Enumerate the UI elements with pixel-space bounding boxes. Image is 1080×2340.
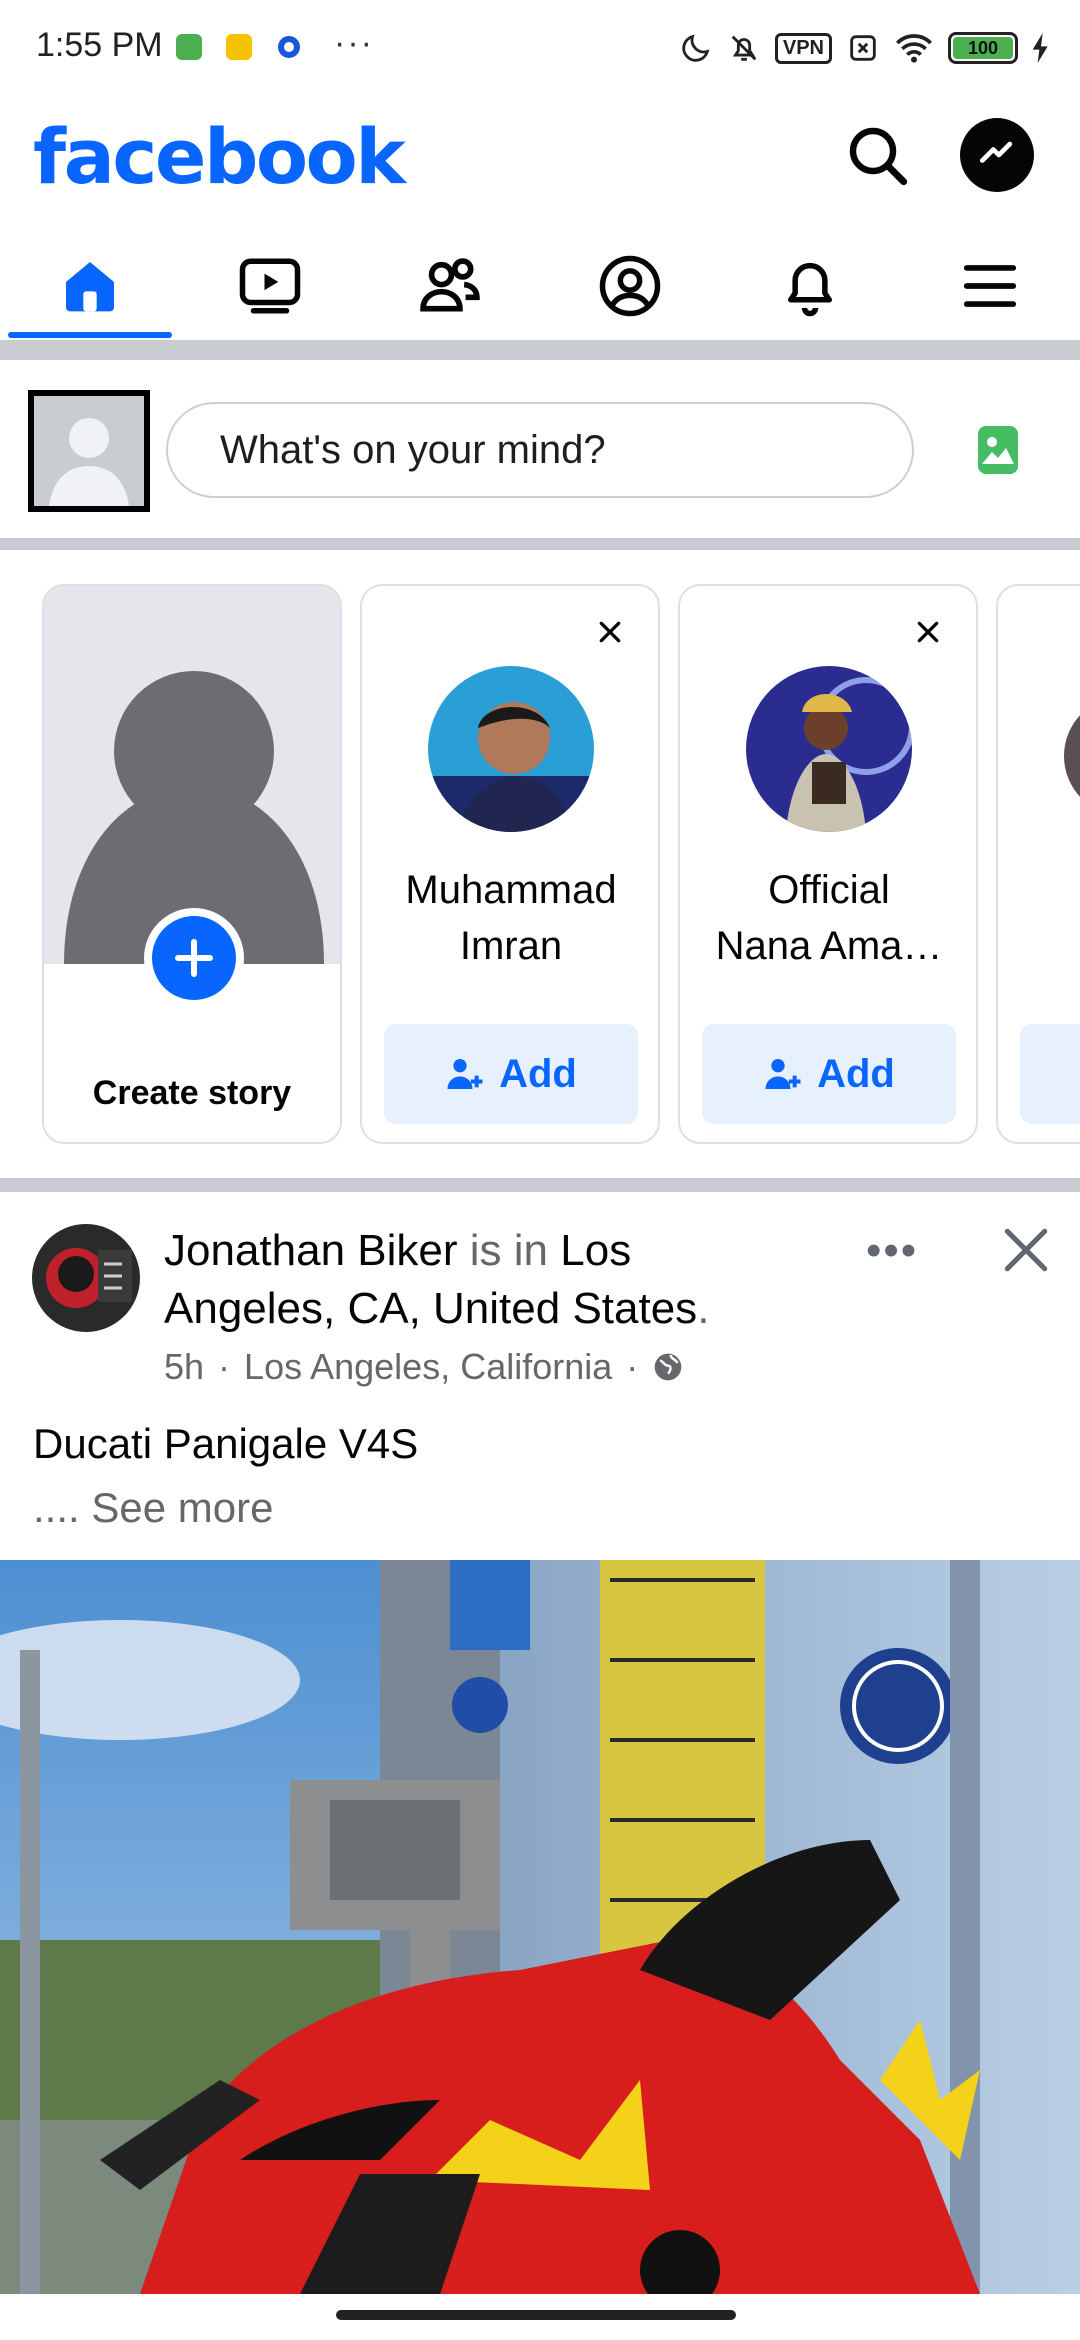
story-suggestion-card[interactable] [996,584,1080,1144]
moon-icon [682,34,710,62]
photo-icon [978,426,1018,474]
app-notification-icon [176,34,202,60]
menu-icon [963,265,1017,307]
status-composer-input[interactable]: What's on your mind? [166,402,914,498]
wifi-icon [896,34,932,63]
suggestion-name: Official Nana Ama… [715,868,943,968]
suggestion-avatar[interactable] [428,666,594,832]
public-globe-icon [654,1353,682,1381]
suggestion-avatar[interactable] [746,666,912,832]
meituan-notification-icon [226,34,252,60]
video-icon [239,258,301,314]
facebook-logo[interactable]: facebook [33,112,406,201]
add-friend-icon [765,1059,801,1089]
tab-notifications[interactable] [720,232,900,340]
more-notifications-icon: ··· [334,24,374,62]
no-sim-icon [850,35,876,61]
main-tabs [0,232,1080,340]
active-tab-indicator [8,332,172,338]
divider [0,1178,1080,1192]
photo-button[interactable] [976,424,1020,476]
battery-icon: 100 [948,32,1018,64]
divider [0,340,1080,360]
post-author-avatar[interactable] [32,1224,140,1332]
post-time[interactable]: 5h [164,1346,204,1388]
see-more-link[interactable]: .... See more [33,1484,273,1532]
post-place[interactable]: Los Angeles, California [244,1346,612,1388]
create-story-card[interactable]: Create story [42,584,342,1144]
tab-home[interactable] [0,232,180,340]
add-friend-button[interactable]: Add [702,1024,956,1124]
status-icons: VPN 100 [679,26,1050,70]
close-icon [599,621,621,643]
tab-video[interactable] [180,232,360,340]
divider [0,538,1080,550]
suggestion-name: Muhammad Imran [405,868,617,968]
author-photo [32,1224,140,1332]
bell-icon [788,262,832,317]
my-avatar[interactable] [28,390,150,512]
suggestion-avatar[interactable] [1064,696,1080,816]
add-friend-icon [447,1059,483,1089]
profile-icon [599,255,661,317]
home-icon [66,262,114,312]
post-photo[interactable] [0,1560,1080,2294]
profile-photo [746,666,912,832]
post-text: Ducati Panigale V4S [33,1420,419,1467]
dismiss-button[interactable] [908,612,948,652]
post-author-name[interactable]: Jonathan Biker [164,1226,458,1275]
search-icon [849,127,908,186]
post-meta: 5h · Los Angeles, California · [164,1346,684,1388]
messenger-icon [979,141,1013,163]
friends-icon [420,258,480,312]
search-button[interactable] [840,118,914,192]
motorcycle-photo [0,1560,1080,2294]
profile-photo [428,666,594,832]
charging-icon [1032,33,1048,63]
tab-friends[interactable] [360,232,540,340]
add-friend-button[interactable]: Add [384,1024,638,1124]
add-friend-button[interactable] [1020,1024,1080,1124]
create-story-label: Create story [92,1074,292,1112]
close-icon [917,621,939,643]
default-avatar-icon [34,396,144,506]
messenger-button[interactable] [960,118,1034,192]
status-bar: 1:55 PM ··· VPN 100 [0,0,1080,96]
status-time: 1:55 PM [36,26,163,64]
close-icon [1004,1228,1048,1272]
post-header: Jonathan Biker is in Los Angeles, CA, Un… [164,1226,710,1333]
vpn-icon: VPN [774,32,832,64]
tab-profile[interactable] [540,232,720,340]
tab-menu[interactable] [900,232,1080,340]
story-suggestion-card[interactable]: Muhammad Imran Add [360,584,660,1144]
plus-icon [175,939,213,977]
post-options-button[interactable]: ••• [866,1226,918,1276]
circle-notification-icon [278,36,300,58]
mute-bell-icon [731,35,757,61]
add-story-button[interactable] [144,908,244,1008]
story-suggestion-card[interactable]: Official Nana Ama… Add [678,584,978,1144]
home-indicator[interactable] [336,2310,736,2320]
dismiss-button[interactable] [590,612,630,652]
hide-post-button[interactable] [998,1222,1054,1278]
